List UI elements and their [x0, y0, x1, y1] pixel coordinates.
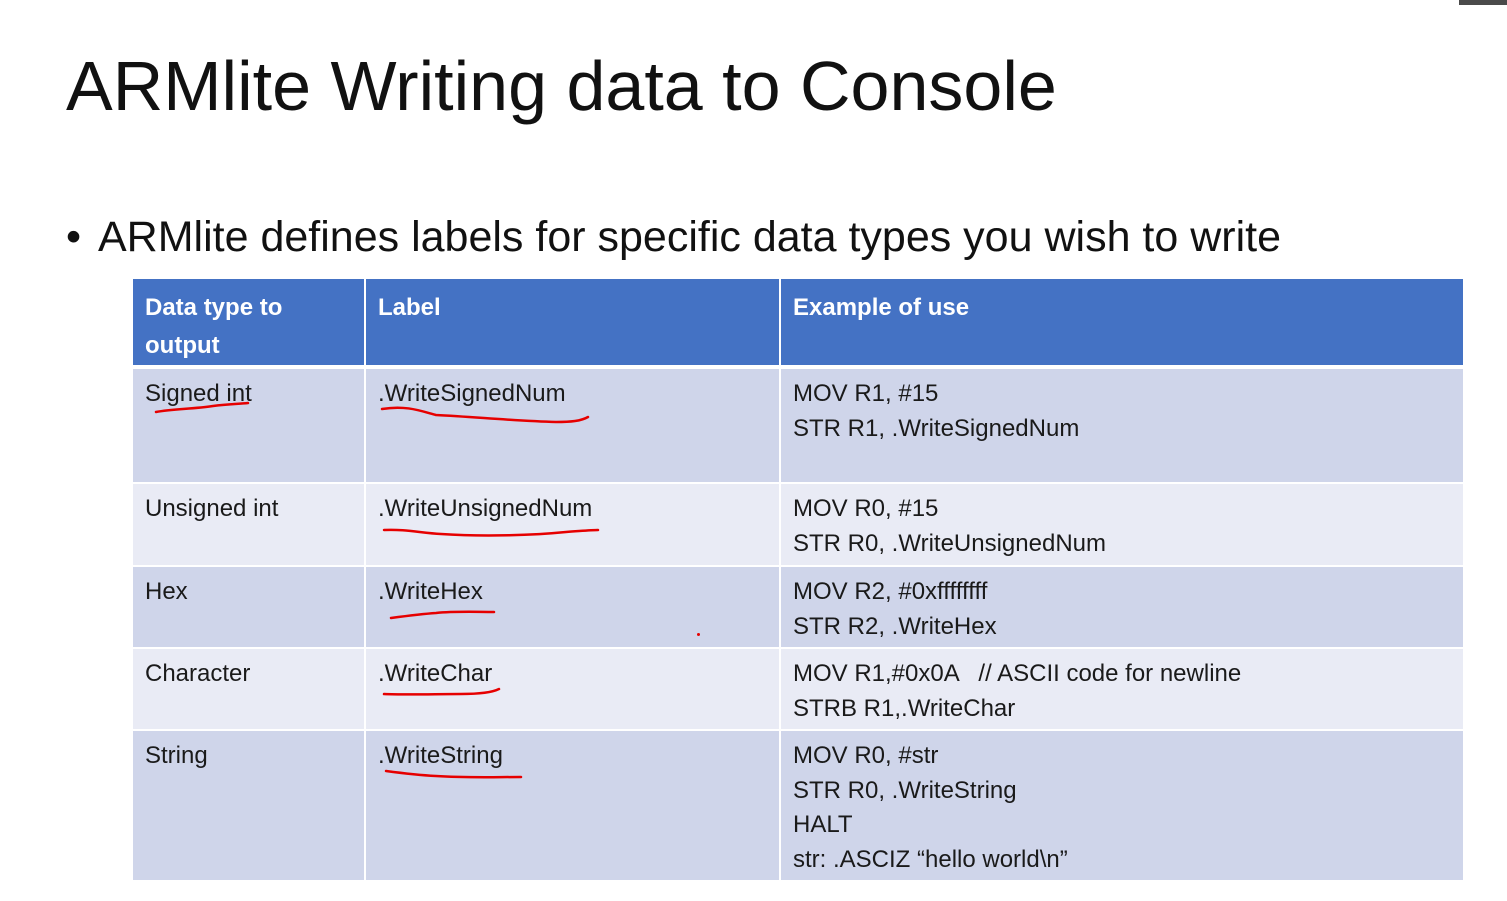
code-line: MOV R2, #0xffffffff — [793, 578, 988, 605]
label-text: .WriteUnsignedNum — [378, 495, 593, 522]
code-line: STR R1, .WriteSignedNum — [793, 414, 1080, 442]
code-line: MOV R0, #15 — [793, 495, 939, 522]
type-text: Hex — [145, 578, 188, 605]
label-text: .WriteString — [378, 742, 503, 769]
table-row-string: String .WriteString MOV R0, #str STR R0,… — [131, 729, 1465, 882]
header-data-type: Data type to output — [131, 279, 366, 369]
table-header-row: Data type to output Label Example of use — [131, 279, 1465, 369]
type-text: String — [145, 742, 208, 769]
code-line: MOV R1,#0x0A // ASCII code for newline — [793, 660, 1242, 687]
cell-label: .WriteUnsignedNum — [364, 482, 781, 567]
label-text: .WriteSignedNum — [378, 380, 566, 407]
label-text: .WriteHex — [378, 578, 483, 605]
code-line: MOV R0, #str — [793, 742, 939, 769]
cell-label: .WriteSignedNum — [364, 366, 781, 484]
header-label: Label — [364, 279, 781, 369]
code-line: STR R0, .WriteUnsignedNum — [793, 529, 1106, 557]
cell-example: MOV R0, #str STR R0, .WriteString HALT s… — [779, 729, 1465, 882]
code-line: STR R0, .WriteString — [793, 776, 1017, 804]
bullet-dot-icon: • — [66, 213, 82, 261]
cell-type: String — [131, 729, 366, 882]
bullet-point: • ARMlite defines labels for specific dat… — [66, 212, 1281, 264]
type-text: Unsigned int — [145, 495, 279, 522]
table-row-character: Character .WriteChar MOV R1,#0x0A // ASC… — [131, 647, 1465, 731]
window-corner-marker — [1459, 0, 1507, 5]
bullet-text: ARMlite defines labels for specific data… — [98, 213, 1282, 261]
code-line: MOV R1, #15 — [793, 380, 939, 407]
type-text: Signed int — [145, 380, 252, 407]
table-row-hex: Hex .WriteHex MOV R2, #0xffffffff STR R2… — [131, 565, 1465, 649]
header-example: Example of use — [779, 279, 1465, 369]
cell-type: Character — [131, 647, 366, 731]
slide-title: ARMlite Writing data to Console — [66, 47, 1057, 125]
cell-type: Unsigned int — [131, 482, 366, 567]
cell-example: MOV R1,#0x0A // ASCII code for newline S… — [779, 647, 1465, 731]
label-text: .WriteChar — [378, 660, 493, 687]
code-line: STR R2, .WriteHex — [793, 612, 997, 640]
type-text: Character — [145, 660, 251, 687]
cell-example: MOV R2, #0xffffffff STR R2, .WriteHex — [779, 565, 1465, 649]
code-line: str: .ASCIZ “hello world\n” — [793, 845, 1068, 873]
cell-label: .WriteHex — [364, 565, 781, 649]
code-line: STRB R1,.WriteChar — [793, 694, 1016, 722]
table-row-unsigned-int: Unsigned int .WriteUnsignedNum MOV R0, #… — [131, 482, 1465, 567]
table-row-signed-int: Signed int .WriteSignedNum MOV R1, #15 S… — [131, 366, 1465, 484]
cell-label: .WriteChar — [364, 647, 781, 731]
annotation-dot — [697, 633, 700, 636]
cell-example: MOV R0, #15 STR R0, .WriteUnsignedNum — [779, 482, 1465, 567]
cell-example: MOV R1, #15 STR R1, .WriteSignedNum — [779, 366, 1465, 484]
cell-type: Signed int — [131, 366, 366, 484]
code-line: HALT — [793, 811, 853, 838]
cell-label: .WriteString — [364, 729, 781, 882]
cell-type: Hex — [131, 565, 366, 649]
data-types-table: Data type to output Label Example of use… — [131, 279, 1465, 882]
